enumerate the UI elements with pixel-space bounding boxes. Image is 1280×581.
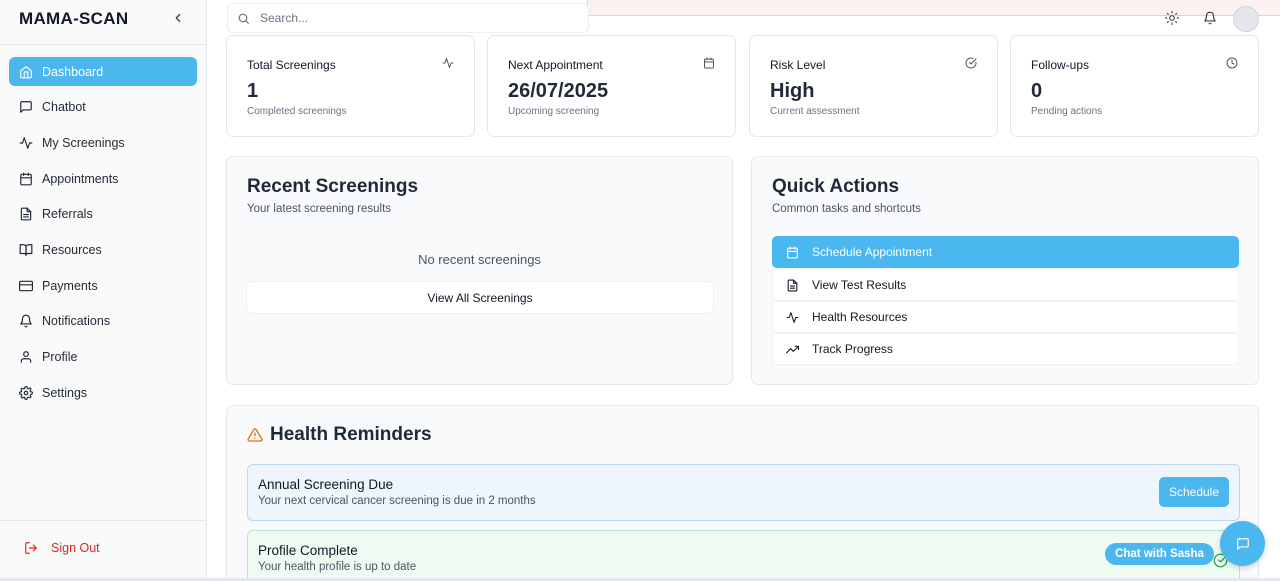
sidebar: MAMA-SCAN Dashboard Chatbot My Screening… xyxy=(0,0,207,581)
sidebar-item-referrals[interactable]: Referrals xyxy=(9,200,197,229)
chat-button[interactable] xyxy=(1220,521,1265,566)
check-circle-icon xyxy=(965,57,977,69)
gear-icon xyxy=(19,385,33,400)
sidebar-item-label: Notifications xyxy=(42,314,111,329)
sign-out-label: Sign Out xyxy=(51,541,100,555)
chat-with-sasha-label[interactable]: Chat with Sasha xyxy=(1105,543,1214,565)
action-label: Track Progress xyxy=(812,342,893,356)
search-input[interactable] xyxy=(260,11,560,25)
sidebar-item-label: Settings xyxy=(42,385,88,400)
stat-card-follow-ups: Follow-ups 0 Pending actions xyxy=(1010,35,1259,137)
stat-value: High xyxy=(770,80,815,102)
calendar-icon xyxy=(704,57,714,69)
stat-value: 1 xyxy=(247,80,259,102)
chevron-left-icon[interactable] xyxy=(171,9,185,27)
panel-subtitle: Common tasks and shortcuts xyxy=(772,203,921,215)
sidebar-item-label: Referrals xyxy=(42,207,93,222)
sidebar-item-appointments[interactable]: Appointments xyxy=(9,164,197,193)
file-text-icon xyxy=(787,279,798,291)
panel-title: Health Reminders xyxy=(247,424,432,446)
reminder-annual-screening: Annual Screening Due Your next cervical … xyxy=(247,464,1240,521)
stat-subtitle: Upcoming screening xyxy=(508,106,600,117)
action-label: View Test Results xyxy=(812,278,907,292)
reminder-description: Your health profile is up to date xyxy=(258,561,417,573)
clock-icon xyxy=(1226,57,1238,69)
warning-icon xyxy=(247,428,263,442)
view-all-screenings-button[interactable]: View All Screenings xyxy=(246,281,714,314)
sidebar-item-payments[interactable]: Payments xyxy=(9,271,197,300)
stat-card-next-appointment: Next Appointment 26/07/2025 Upcoming scr… xyxy=(487,35,736,137)
reminder-profile-complete: Profile Complete Your health profile is … xyxy=(247,530,1240,581)
sidebar-item-dashboard[interactable]: Dashboard xyxy=(9,57,197,86)
file-text-icon xyxy=(20,207,32,221)
activity-icon xyxy=(442,58,454,68)
sidebar-divider xyxy=(0,520,207,521)
stat-title: Follow-ups xyxy=(1031,58,1090,72)
view-test-results-button[interactable]: View Test Results xyxy=(772,269,1239,301)
recent-screenings-panel: Recent Screenings Your latest screening … xyxy=(226,156,733,385)
sidebar-item-label: Chatbot xyxy=(42,100,86,115)
panel-title: Quick Actions xyxy=(772,176,900,197)
sidebar-item-label: Dashboard xyxy=(42,64,104,79)
panel-subtitle: Your latest screening results xyxy=(247,203,392,215)
calendar-icon xyxy=(20,172,32,185)
stat-title: Risk Level xyxy=(770,58,826,72)
trending-up-icon xyxy=(786,345,799,353)
sidebar-nav: Dashboard Chatbot My Screenings Appointm… xyxy=(9,57,197,414)
sidebar-item-label: Payments xyxy=(42,278,98,293)
action-label: Health Resources xyxy=(812,310,908,324)
sidebar-item-label: My Screenings xyxy=(42,135,125,150)
home-icon xyxy=(20,65,32,78)
action-label: Schedule Appointment xyxy=(812,245,933,259)
stat-title: Total Screenings xyxy=(247,58,336,72)
sidebar-item-my-screenings[interactable]: My Screenings xyxy=(9,128,197,157)
log-out-icon xyxy=(25,542,37,554)
credit-card-icon xyxy=(19,280,33,291)
avatar[interactable] xyxy=(1233,6,1259,32)
stat-card-total-screenings: Total Screenings 1 Completed screenings xyxy=(226,35,475,137)
sun-icon[interactable] xyxy=(1165,11,1179,25)
topbar xyxy=(207,0,1280,35)
message-square-icon xyxy=(20,101,32,114)
stat-subtitle: Pending actions xyxy=(1031,106,1103,117)
sidebar-item-label: Profile xyxy=(42,350,78,364)
stat-value: 26/07/2025 xyxy=(508,80,609,102)
bell-icon[interactable] xyxy=(1203,11,1217,25)
quick-actions-panel: Quick Actions Common tasks and shortcuts… xyxy=(751,156,1259,385)
sidebar-item-settings[interactable]: Settings xyxy=(9,378,197,407)
panel-title-text: Health Reminders xyxy=(270,424,432,445)
sidebar-item-chatbot[interactable]: Chatbot xyxy=(9,93,197,122)
empty-state-text: No recent screenings xyxy=(418,252,541,267)
sidebar-item-label: Resources xyxy=(42,242,102,257)
stat-card-risk-level: Risk Level High Current assessment xyxy=(749,35,998,137)
stat-subtitle: Completed screenings xyxy=(247,106,347,117)
sidebar-item-label: Appointments xyxy=(42,171,119,186)
health-resources-button[interactable]: Health Resources xyxy=(772,301,1239,333)
panel-title: Recent Screenings xyxy=(247,176,419,197)
search-icon xyxy=(238,13,249,24)
sidebar-item-profile[interactable]: Profile xyxy=(9,343,197,372)
reminder-title: Profile Complete xyxy=(258,543,358,558)
sidebar-item-notifications[interactable]: Notifications xyxy=(9,307,197,336)
reminder-title: Annual Screening Due xyxy=(258,477,394,492)
stat-value: 0 xyxy=(1031,80,1043,102)
track-progress-button[interactable]: Track Progress xyxy=(772,333,1239,365)
search-bar[interactable] xyxy=(227,3,589,33)
brand-logo: MAMA-SCAN xyxy=(19,9,129,28)
book-open-icon xyxy=(19,244,33,256)
calendar-icon xyxy=(787,246,798,258)
schedule-button[interactable]: Schedule xyxy=(1159,477,1229,507)
stat-title: Next Appointment xyxy=(508,58,603,72)
stat-subtitle: Current assessment xyxy=(770,106,860,117)
message-square-icon xyxy=(1236,537,1249,550)
sidebar-item-resources[interactable]: Resources xyxy=(9,235,197,264)
activity-icon xyxy=(786,311,799,323)
activity-icon xyxy=(19,137,33,149)
sidebar-divider xyxy=(0,44,207,45)
schedule-appointment-button[interactable]: Schedule Appointment xyxy=(772,236,1239,268)
user-icon xyxy=(20,351,32,363)
sign-out-button[interactable]: Sign Out xyxy=(24,541,100,555)
bell-icon xyxy=(20,314,32,328)
reminder-description: Your next cervical cancer screening is d… xyxy=(258,495,536,507)
